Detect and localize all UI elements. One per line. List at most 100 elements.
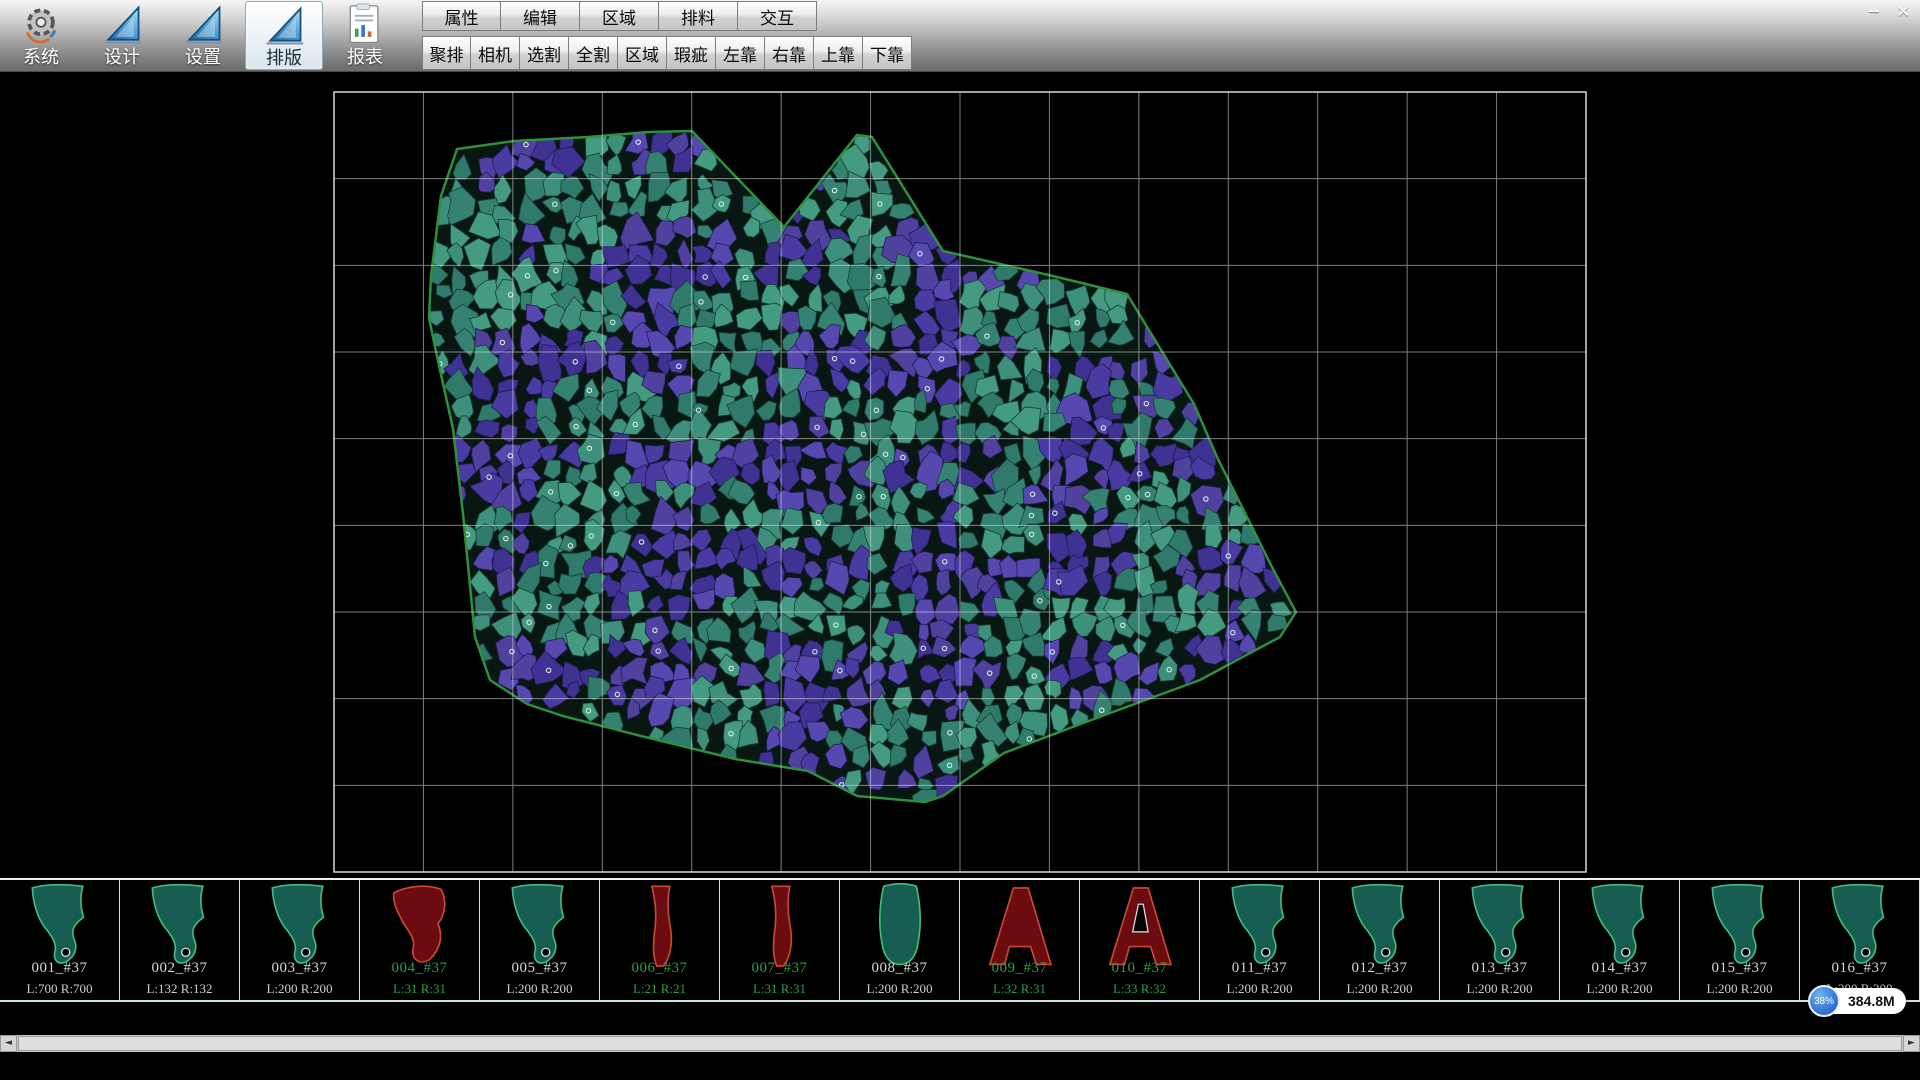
close-button[interactable]: ✕ xyxy=(1897,3,1910,21)
sail-icon xyxy=(262,4,306,48)
tool-defect[interactable]: 瑕疵 xyxy=(667,36,716,70)
memory-value: 384.8M xyxy=(1848,993,1895,1009)
menu-row-tools: 聚排 相机 选割 全割 区域 瑕疵 左靠 右靠 上靠 下靠 xyxy=(422,36,912,70)
menu-area: 属性 编辑 区域 排料 交互 聚排 相机 选割 全割 区域 瑕疵 左靠 右靠 上… xyxy=(422,1,912,70)
piece-lr-label: L:31 R:31 xyxy=(720,981,839,997)
menu-row-primary: 属性 编辑 区域 排料 交互 xyxy=(422,1,912,31)
piece-name: 012_#37 xyxy=(1320,960,1439,977)
piece-thumbnail[interactable]: 004_#37 L:31 R:31 xyxy=(360,880,480,1000)
piece-lr-label: L:200 R:200 xyxy=(1680,981,1799,997)
piece-shape xyxy=(970,883,1070,971)
piece-shape xyxy=(730,883,830,971)
piece-name: 011_#37 xyxy=(1200,960,1319,977)
tool-cluster-nest[interactable]: 聚排 xyxy=(422,36,471,70)
piece-name: 004_#37 xyxy=(360,960,479,977)
tool-align-bottom[interactable]: 下靠 xyxy=(863,36,912,70)
piece-shape xyxy=(1690,883,1790,971)
piece-name: 009_#37 xyxy=(960,960,1079,977)
minimize-button[interactable]: ─ xyxy=(1869,3,1879,21)
piece-name: 001_#37 xyxy=(0,960,119,977)
piece-lr-label: L:200 R:200 xyxy=(1440,981,1559,997)
tab-report[interactable]: 报表 xyxy=(326,1,404,70)
piece-name: 008_#37 xyxy=(840,960,959,977)
piece-name: 014_#37 xyxy=(1560,960,1679,977)
tool-cut-all[interactable]: 全割 xyxy=(569,36,618,70)
progress-circle: 38% xyxy=(1808,985,1840,1017)
tool-region[interactable]: 区域 xyxy=(618,36,667,70)
menu-edit[interactable]: 编辑 xyxy=(501,1,580,31)
piece-thumbnail[interactable]: 012_#37 L:200 R:200 xyxy=(1320,880,1440,1000)
piece-name: 002_#37 xyxy=(120,960,239,977)
piece-thumbnail[interactable]: 016_#37 L:200 R:200 xyxy=(1800,880,1920,1000)
menu-interact[interactable]: 交互 xyxy=(738,1,817,31)
piece-lr-label: L:200 R:200 xyxy=(1560,981,1679,997)
horizontal-scrollbar[interactable]: ◄ ► xyxy=(0,1035,1920,1052)
piece-shape xyxy=(10,883,110,971)
tab-system[interactable]: 系统 xyxy=(2,1,80,70)
piece-lr-label: L:132 R:132 xyxy=(120,981,239,997)
piece-thumbnail[interactable]: 007_#37 L:31 R:31 xyxy=(720,880,840,1000)
piece-thumbnail[interactable]: 010_#37 L:33 R:32 xyxy=(1080,880,1200,1000)
piece-lr-label: L:32 R:31 xyxy=(960,981,1079,997)
piece-shape xyxy=(370,883,470,971)
piece-lr-label: L:200 R:200 xyxy=(840,981,959,997)
main-toolbar: 系统 设计 设置 排版 xyxy=(0,0,1920,72)
piece-lr-label: L:200 R:200 xyxy=(1320,981,1439,997)
piece-lr-label: L:33 R:32 xyxy=(1080,981,1199,997)
menu-properties[interactable]: 属性 xyxy=(422,1,501,31)
piece-thumbnail[interactable]: 013_#37 L:200 R:200 xyxy=(1440,880,1560,1000)
app-mode-tabs: 系统 设计 设置 排版 xyxy=(2,1,404,70)
tab-system-label: 系统 xyxy=(23,47,59,67)
piece-shape xyxy=(1570,883,1670,971)
piece-lr-label: L:200 R:200 xyxy=(480,981,599,997)
piece-thumbnail[interactable]: 002_#37 L:132 R:132 xyxy=(120,880,240,1000)
piece-thumbnail[interactable]: 006_#37 L:21 R:21 xyxy=(600,880,720,1000)
piece-shape xyxy=(850,883,950,971)
piece-lr-label: L:31 R:31 xyxy=(360,981,479,997)
tab-nesting[interactable]: 排版 xyxy=(245,1,323,70)
tool-camera[interactable]: 相机 xyxy=(471,36,520,70)
piece-thumbnail[interactable]: 011_#37 L:200 R:200 xyxy=(1200,880,1320,1000)
piece-name: 007_#37 xyxy=(720,960,839,977)
piece-lr-label: L:200 R:200 xyxy=(1200,981,1319,997)
menu-nest[interactable]: 排料 xyxy=(659,1,738,31)
piece-name: 016_#37 xyxy=(1800,960,1919,977)
piece-lr-label: L:21 R:21 xyxy=(600,981,719,997)
piece-thumbnail[interactable]: 003_#37 L:200 R:200 xyxy=(240,880,360,1000)
piece-shape xyxy=(490,883,590,971)
piece-lr-label: L:200 R:200 xyxy=(240,981,359,997)
tool-align-top[interactable]: 上靠 xyxy=(814,36,863,70)
piece-shape xyxy=(1090,883,1190,971)
piece-shape xyxy=(1330,883,1430,971)
hide-nesting-view xyxy=(0,72,1920,878)
piece-thumbnail[interactable]: 014_#37 L:200 R:200 xyxy=(1560,880,1680,1000)
piece-thumbnail[interactable]: 001_#37 L:700 R:700 xyxy=(0,880,120,1000)
tab-settings-label: 设置 xyxy=(185,47,221,67)
piece-shape xyxy=(610,883,710,971)
tool-align-left[interactable]: 左靠 xyxy=(716,36,765,70)
piece-thumbnail[interactable]: 015_#37 L:200 R:200 xyxy=(1680,880,1800,1000)
piece-lr-label: L:700 R:700 xyxy=(0,981,119,997)
piece-name: 010_#37 xyxy=(1080,960,1199,977)
nesting-canvas-area[interactable] xyxy=(0,72,1920,878)
tool-align-right[interactable]: 右靠 xyxy=(765,36,814,70)
piece-thumbnail[interactable]: 008_#37 L:200 R:200 xyxy=(840,880,960,1000)
tab-report-label: 报表 xyxy=(347,47,383,67)
tool-cut-selected[interactable]: 选割 xyxy=(520,36,569,70)
piece-name: 006_#37 xyxy=(600,960,719,977)
scrollbar-thumb[interactable] xyxy=(18,1036,1902,1051)
tab-design[interactable]: 设计 xyxy=(83,1,161,70)
piece-name: 013_#37 xyxy=(1440,960,1559,977)
piece-thumbnail[interactable]: 005_#37 L:200 R:200 xyxy=(480,880,600,1000)
sail-icon xyxy=(100,3,144,47)
piece-shape xyxy=(250,883,350,971)
piece-shape xyxy=(1810,883,1910,971)
menu-region[interactable]: 区域 xyxy=(580,1,659,31)
scroll-right-arrow-icon[interactable]: ► xyxy=(1903,1035,1920,1052)
piece-thumbnail[interactable]: 009_#37 L:32 R:31 xyxy=(960,880,1080,1000)
scroll-left-arrow-icon[interactable]: ◄ xyxy=(0,1035,17,1052)
report-icon xyxy=(343,3,387,47)
piece-shape xyxy=(1450,883,1550,971)
tab-settings[interactable]: 设置 xyxy=(164,1,242,70)
piece-shape xyxy=(130,883,230,971)
